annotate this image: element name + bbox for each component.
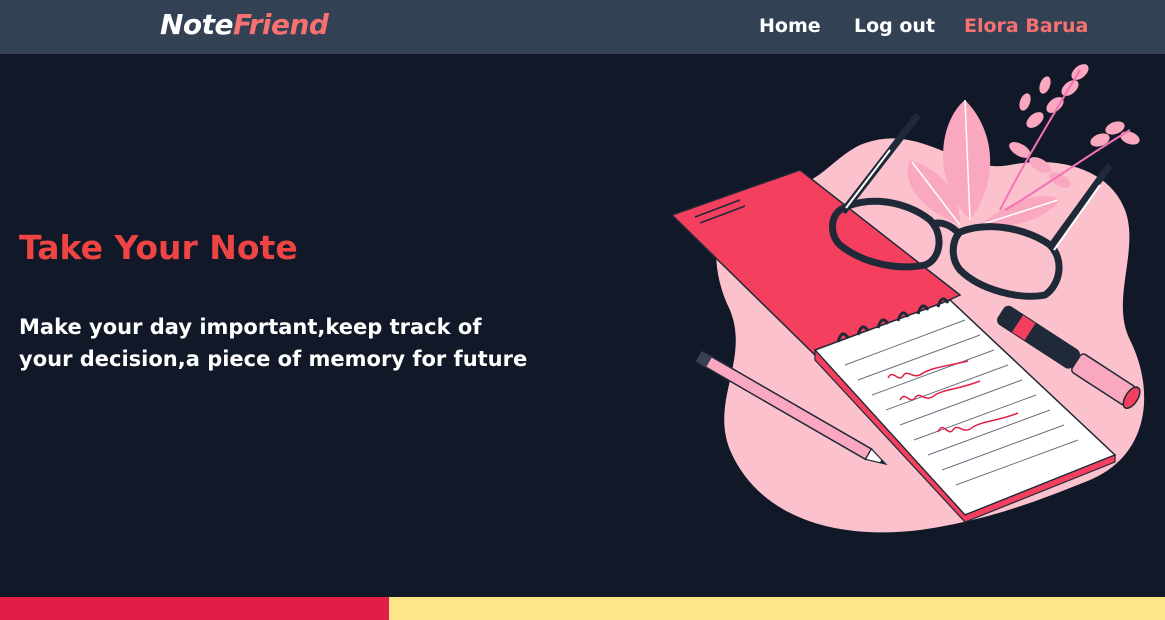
logo-note: Note: [160, 8, 234, 41]
nav-user-name[interactable]: Elora Barua: [964, 15, 1088, 37]
nav-home-link[interactable]: Home: [759, 15, 821, 37]
logo-friend: Friend: [233, 8, 329, 41]
hero-text: Make your day important,keep track of yo…: [19, 315, 528, 371]
navbar: NoteFriend Home Log out Elora Barua: [0, 0, 1165, 54]
footer-bar-red: [0, 597, 389, 620]
notebook-illustration-icon: [670, 64, 1145, 533]
logo[interactable]: NoteFriend: [160, 8, 329, 41]
footer-bar-yellow: [389, 597, 1165, 620]
hero-title: Take Your Note: [19, 228, 298, 267]
nav-logout-link[interactable]: Log out: [854, 15, 935, 37]
